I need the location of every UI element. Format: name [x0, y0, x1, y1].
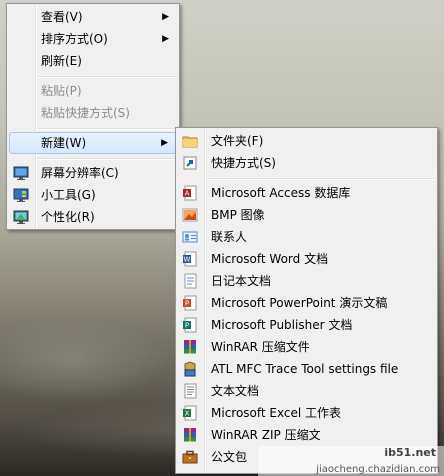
menu-item-gadgets[interactable]: 小工具(G) — [9, 184, 177, 206]
word-icon: W — [183, 251, 197, 267]
winrar-zip-icon — [184, 428, 196, 442]
submenu-item-text-document[interactable]: 文本文档 — [178, 380, 435, 402]
watermark-line1: ib51.net — [384, 446, 436, 459]
watermark: ib51.net jiaocheng.chazidian.com — [258, 446, 444, 476]
menu-item-label: 排序方式(O) — [41, 32, 108, 46]
menu-item-paste-shortcut[interactable]: 粘贴快捷方式(S) — [9, 102, 177, 124]
menu-item-paste[interactable]: 粘贴(P) — [9, 80, 177, 102]
menu-item-sort-by[interactable]: 排序方式(O) ▶ — [9, 28, 177, 50]
bmp-image-icon — [182, 208, 198, 222]
submenu-item-folder[interactable]: 文件夹(F) — [178, 130, 435, 152]
submenu-item-winrar[interactable]: WinRAR 压缩文件 — [178, 336, 435, 358]
shortcut-icon — [183, 156, 197, 170]
menu-separator — [37, 128, 177, 130]
personalize-icon — [13, 210, 29, 224]
briefcase-icon — [182, 450, 198, 464]
submenu-item-word[interactable]: W Microsoft Word 文档 — [178, 248, 435, 270]
menu-item-personalize[interactable]: 个性化(R) — [9, 206, 177, 228]
submenu-item-label: 联系人 — [211, 230, 248, 244]
submenu-item-label: 公文包 — [211, 450, 248, 464]
menu-item-label: 小工具(G) — [41, 188, 96, 202]
new-submenu: 文件夹(F) 快捷方式(S) A Microsoft Access 数据库 BM… — [175, 127, 438, 474]
journal-icon — [184, 273, 197, 289]
submenu-item-powerpoint[interactable]: P Microsoft PowerPoint 演示文稿 — [178, 292, 435, 314]
submenu-item-label: WinRAR ZIP 压缩文 — [211, 428, 321, 442]
submenu-arrow-icon: ▶ — [162, 34, 169, 44]
menu-item-refresh[interactable]: 刷新(E) — [9, 50, 177, 72]
watermark-line2: jiaocheng.chazidian.com — [316, 464, 440, 475]
desktop-context-menu: 查看(V) ▶ 排序方式(O) ▶ 刷新(E) 粘贴(P) 粘贴快捷方式(S) … — [6, 3, 180, 230]
submenu-item-label: WinRAR 压缩文件 — [211, 340, 310, 354]
menu-item-label: 刷新(E) — [41, 54, 82, 68]
submenu-item-journal[interactable]: 日记本文档 — [178, 270, 435, 292]
folder-icon — [182, 136, 198, 148]
submenu-item-excel[interactable]: X Microsoft Excel 工作表 — [178, 402, 435, 424]
monitor-icon — [13, 166, 29, 180]
submenu-item-label: 文本文档 — [211, 384, 260, 398]
submenu-item-label: 快捷方式(S) — [211, 156, 276, 170]
menu-separator — [37, 76, 177, 78]
submenu-item-shortcut[interactable]: 快捷方式(S) — [178, 152, 435, 174]
gadgets-icon — [13, 188, 29, 202]
submenu-item-label: Microsoft Access 数据库 — [211, 186, 351, 200]
submenu-item-contact[interactable]: 联系人 — [178, 226, 435, 248]
svg-text:P: P — [185, 322, 189, 330]
submenu-item-label: Microsoft Excel 工作表 — [211, 406, 342, 420]
text-document-icon — [184, 383, 197, 399]
menu-item-label: 个性化(R) — [41, 210, 95, 224]
menu-separator — [37, 158, 177, 160]
svg-text:A: A — [185, 190, 190, 198]
access-icon: A — [183, 185, 197, 201]
submenu-arrow-icon: ▶ — [162, 12, 169, 22]
contact-icon — [182, 231, 198, 243]
publisher-icon: P — [183, 317, 197, 333]
submenu-item-label: Microsoft Publisher 文档 — [211, 318, 353, 332]
submenu-arrow-icon: ▶ — [161, 138, 168, 148]
excel-icon: X — [183, 405, 197, 421]
submenu-item-label: BMP 图像 — [211, 208, 265, 222]
menu-item-view[interactable]: 查看(V) ▶ — [9, 6, 177, 28]
menu-item-label: 粘贴(P) — [41, 84, 82, 98]
svg-text:P: P — [185, 300, 189, 308]
menu-item-label: 粘贴快捷方式(S) — [41, 106, 130, 120]
trace-tool-icon — [184, 361, 196, 377]
submenu-item-label: 文件夹(F) — [211, 134, 264, 148]
menu-item-label: 屏幕分辨率(C) — [41, 166, 119, 180]
submenu-item-label: Microsoft PowerPoint 演示文稿 — [211, 296, 388, 310]
winrar-icon — [184, 340, 196, 354]
menu-item-screen-resolution[interactable]: 屏幕分辨率(C) — [9, 162, 177, 184]
submenu-item-winrar-zip[interactable]: WinRAR ZIP 压缩文 — [178, 424, 435, 446]
powerpoint-icon: P — [183, 295, 197, 311]
submenu-item-label: ATL MFC Trace Tool settings file — [211, 362, 399, 376]
submenu-item-trace-tool[interactable]: ATL MFC Trace Tool settings file — [178, 358, 435, 380]
submenu-item-publisher[interactable]: P Microsoft Publisher 文档 — [178, 314, 435, 336]
submenu-item-label: 日记本文档 — [211, 274, 272, 288]
menu-item-new[interactable]: 新建(W) ▶ — [9, 132, 177, 154]
menu-separator — [206, 178, 435, 180]
submenu-item-label: Microsoft Word 文档 — [211, 252, 329, 266]
svg-text:X: X — [185, 410, 190, 418]
menu-item-label: 查看(V) — [41, 10, 83, 24]
submenu-item-access[interactable]: A Microsoft Access 数据库 — [178, 182, 435, 204]
menu-item-label: 新建(W) — [41, 136, 87, 150]
submenu-item-bmp[interactable]: BMP 图像 — [178, 204, 435, 226]
svg-text:W: W — [184, 256, 191, 264]
